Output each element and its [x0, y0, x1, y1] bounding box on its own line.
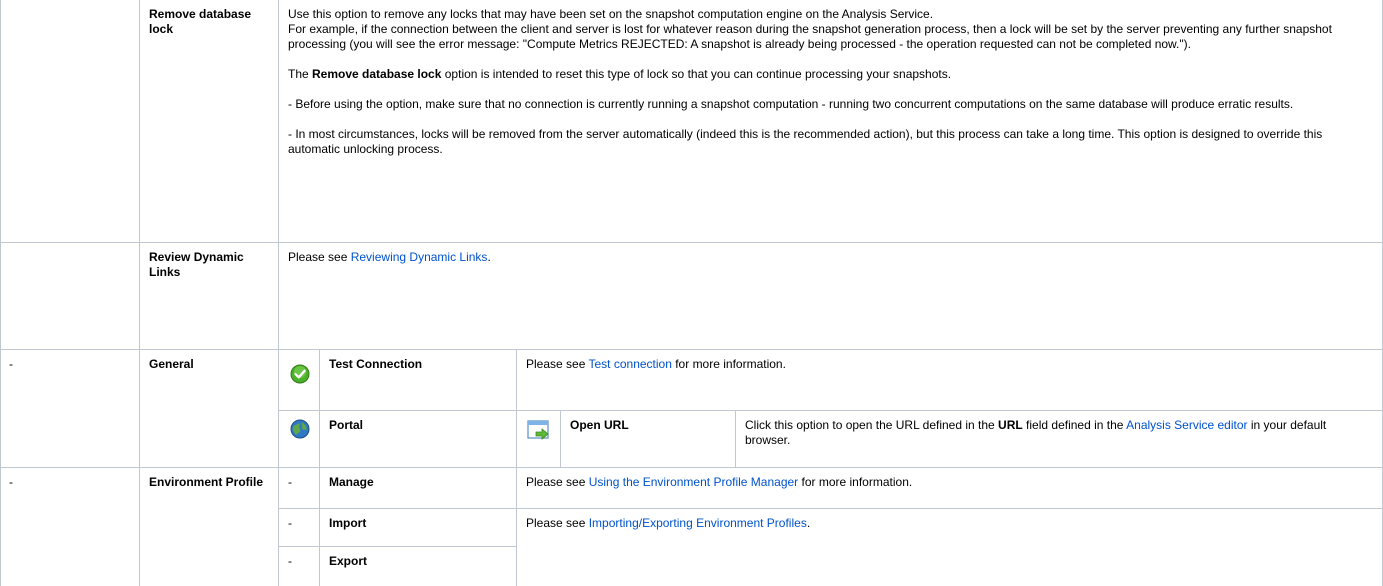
lock-warning-paragraph: - Before using the option, make sure tha… [288, 97, 1294, 111]
green-check-icon [290, 364, 310, 384]
lock-intro-line: Use this option to remove any locks that… [288, 7, 934, 21]
import-export-description: Please see Importing/Exporting Environme… [517, 509, 1383, 586]
test-connection-link[interactable]: Test connection [589, 357, 672, 371]
reviewing-dynamic-links-link[interactable]: Reviewing Dynamic Links [351, 250, 488, 264]
env-dash: - [0, 468, 140, 586]
general-title: General [140, 350, 279, 468]
environment-profile-manager-link[interactable]: Using the Environment Profile Manager [589, 475, 798, 489]
analysis-service-editor-link[interactable]: Analysis Service editor [1126, 418, 1247, 432]
remove-lock-bold: Remove database lock [312, 67, 442, 81]
globe-icon [290, 419, 310, 439]
general-dash: - [0, 350, 140, 468]
portal-label[interactable]: Portal [320, 411, 517, 468]
lock-purpose-paragraph: The Remove database lock option is inten… [288, 67, 952, 81]
lock-row-empty-cell [0, 0, 140, 243]
test-connection-description: Please see Test connection for more info… [517, 350, 1383, 411]
lock-row-description: Use this option to remove any locks that… [279, 0, 1383, 243]
dynamic-row-description: Please see Reviewing Dynamic Links. [279, 243, 1383, 350]
dynamic-row-title: Review Dynamic Links [140, 243, 279, 350]
manage-dash: - [279, 468, 320, 509]
lock-row-title: Remove database lock [140, 0, 279, 243]
manage-label[interactable]: Manage [320, 468, 517, 509]
manage-description: Please see Using the Environment Profile… [517, 468, 1383, 509]
importing-exporting-profiles-link[interactable]: Importing/Exporting Environment Profiles [589, 516, 807, 530]
lock-note-paragraph: - In most circumstances, locks will be r… [288, 127, 1323, 156]
import-dash: - [279, 509, 320, 547]
open-url-window-arrow-icon [527, 420, 549, 440]
env-title: Environment Profile [140, 468, 279, 586]
open-url-description: Click this option to open the URL define… [736, 411, 1383, 468]
open-url-label[interactable]: Open URL [561, 411, 736, 468]
export-dash: - [279, 547, 320, 586]
lock-example-line: For example, if the connection between t… [288, 22, 1332, 51]
dynamic-row-empty-cell [0, 243, 140, 350]
import-label[interactable]: Import [320, 509, 517, 547]
test-connection-label[interactable]: Test Connection [320, 350, 517, 411]
export-label[interactable]: Export [320, 547, 517, 586]
